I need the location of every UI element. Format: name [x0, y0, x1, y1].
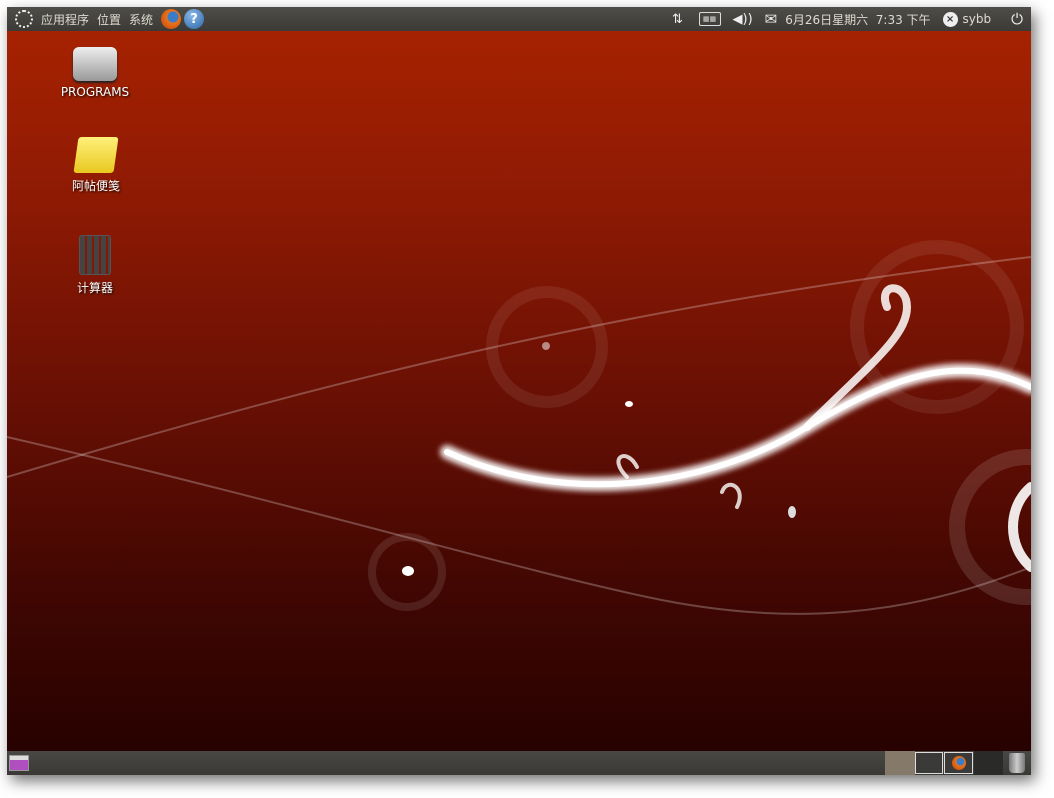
workspace-2[interactable]: [915, 752, 943, 774]
desktop-screen: 应用程序 位置 系统 ? ⇅ ▦▦ ◀)) ✉ 6月26日星期六 7:33 下午…: [7, 7, 1031, 775]
bottom-panel: [7, 751, 1031, 775]
sticky-notes-icon: [73, 137, 119, 173]
firefox-window-icon: [951, 756, 966, 770]
menu-applications[interactable]: 应用程序: [41, 11, 89, 28]
desktop-icon-label: 阿帖便笺: [71, 179, 120, 193]
workspace-1[interactable]: [885, 751, 915, 775]
desktop-icon-programs[interactable]: PROGRAMS: [50, 47, 140, 99]
trash-icon[interactable]: [1009, 753, 1025, 773]
menu-system[interactable]: 系统: [129, 11, 153, 28]
desktop-icon-sticky-notes[interactable]: 阿帖便笺: [51, 137, 141, 194]
ubuntu-logo-icon[interactable]: [15, 10, 33, 28]
workspace-4[interactable]: [974, 751, 1003, 775]
wallpaper-swirl: [7, 240, 1031, 615]
power-icon[interactable]: ⏻: [1011, 10, 1023, 28]
desktop-icon-label: PROGRAMS: [60, 85, 130, 99]
desktop-icon-calculator[interactable]: 计算器: [50, 235, 140, 296]
user-status-icon[interactable]: ×: [942, 11, 958, 27]
keyboard-icon[interactable]: ▦▦: [698, 12, 721, 26]
help-icon[interactable]: ?: [184, 9, 205, 29]
calculator-icon: [79, 235, 111, 275]
firefox-icon[interactable]: [161, 9, 182, 29]
network-icon[interactable]: ⇅: [669, 12, 687, 27]
menu-places[interactable]: 位置: [97, 11, 121, 28]
hard-drive-icon: [73, 47, 117, 81]
desktop-icon-label: 计算器: [76, 281, 113, 295]
show-desktop-button[interactable]: [9, 755, 29, 771]
workspace-3[interactable]: [944, 752, 973, 774]
top-panel: 应用程序 位置 系统 ? ⇅ ▦▦ ◀)) ✉ 6月26日星期六 7:33 下午…: [7, 7, 1031, 31]
user-name[interactable]: sybb: [963, 12, 992, 26]
mail-icon[interactable]: ✉: [765, 10, 778, 28]
clock[interactable]: 6月26日星期六 7:33 下午: [785, 11, 930, 28]
volume-icon[interactable]: ◀)): [733, 12, 753, 27]
